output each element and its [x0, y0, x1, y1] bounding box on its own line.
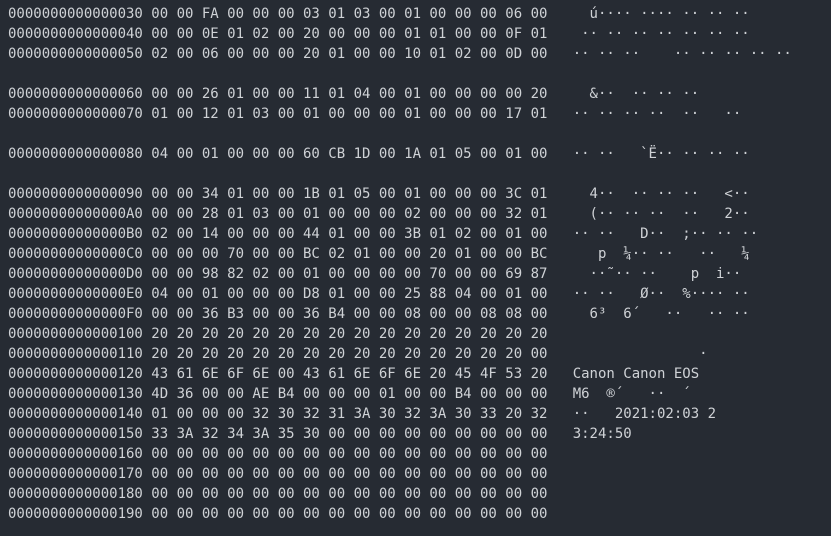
ascii-column: 4·· ·· ·· ·· <··: [556, 184, 750, 204]
hex-row: 000000000000010020 20 20 20 20 20 20 20 …: [8, 324, 823, 344]
hex-row: 00000000000000E004 00 01 00 00 00 D8 01 …: [8, 284, 823, 304]
offset: 00000000000000B0: [8, 224, 143, 244]
hex-row: 000000000000009000 00 34 01 00 00 1B 01 …: [8, 184, 823, 204]
hex-row: 000000000000003000 00 FA 00 00 00 03 01 …: [8, 4, 823, 24]
offset: 0000000000000150: [8, 424, 143, 444]
ascii-column: [556, 484, 708, 504]
ascii-column: [556, 464, 708, 484]
blank-row: [8, 164, 823, 184]
offset: 0000000000000030: [8, 4, 143, 24]
hex-bytes: 00 00 00 00 00 00 00 00 00 00 00 00 00 0…: [143, 484, 556, 504]
offset: 0000000000000060: [8, 84, 143, 104]
offset: 0000000000000090: [8, 184, 143, 204]
hex-bytes: 04 00 01 00 00 00 D8 01 00 00 25 88 04 0…: [143, 284, 556, 304]
hex-bytes: 00 00 28 01 03 00 01 00 00 00 02 00 00 0…: [143, 204, 556, 224]
hex-row: 00000000000001304D 36 00 00 AE B4 00 00 …: [8, 384, 823, 404]
ascii-column: ·· ·· ·· ·· ·· ·· ··: [556, 24, 750, 44]
hex-bytes: 00 00 98 82 02 00 01 00 00 00 00 70 00 0…: [143, 264, 556, 284]
hex-bytes: 02 00 14 00 00 00 44 01 00 00 3B 01 02 0…: [143, 224, 556, 244]
blank-row: [8, 64, 823, 84]
offset: 0000000000000120: [8, 364, 143, 384]
hex-row: 000000000000012043 61 6E 6F 6E 00 43 61 …: [8, 364, 823, 384]
hex-bytes: 01 00 12 01 03 00 01 00 00 00 01 00 00 0…: [143, 104, 556, 124]
hex-row: 000000000000019000 00 00 00 00 00 00 00 …: [8, 504, 823, 524]
offset: 00000000000000D0: [8, 264, 143, 284]
ascii-column: ·: [556, 344, 708, 364]
offset: 0000000000000190: [8, 504, 143, 524]
ascii-column: p ¼·· ·· ·· ¼: [556, 244, 750, 264]
ascii-column: ·· ·· Ø·· %···· ··: [556, 284, 750, 304]
offset: 0000000000000070: [8, 104, 143, 124]
hex-row: 000000000000016000 00 00 00 00 00 00 00 …: [8, 444, 823, 464]
ascii-column: ú···· ···· ·· ·· ··: [556, 4, 750, 24]
hex-bytes: 02 00 06 00 00 00 20 01 00 00 10 01 02 0…: [143, 44, 556, 64]
hex-row: 00000000000000B002 00 14 00 00 00 44 01 …: [8, 224, 823, 244]
hex-bytes: 01 00 00 00 32 30 32 31 3A 30 32 3A 30 3…: [143, 404, 556, 424]
offset: 0000000000000100: [8, 324, 143, 344]
hex-row: 000000000000011020 20 20 20 20 20 20 20 …: [8, 344, 823, 364]
hex-bytes: 00 00 34 01 00 00 1B 01 05 00 01 00 00 0…: [143, 184, 556, 204]
hex-row: 000000000000017000 00 00 00 00 00 00 00 …: [8, 464, 823, 484]
hex-row: 000000000000018000 00 00 00 00 00 00 00 …: [8, 484, 823, 504]
hex-bytes: 00 00 FA 00 00 00 03 01 03 00 01 00 00 0…: [143, 4, 556, 24]
hex-bytes: 00 00 00 00 00 00 00 00 00 00 00 00 00 0…: [143, 444, 556, 464]
hex-bytes: 04 00 01 00 00 00 60 CB 1D 00 1A 01 05 0…: [143, 144, 556, 164]
ascii-column: ·· ·· ·· ·· ·· ··: [556, 104, 741, 124]
offset: 0000000000000040: [8, 24, 143, 44]
offset: 0000000000000050: [8, 44, 143, 64]
ascii-column: Canon Canon EOS: [556, 364, 708, 384]
ascii-column: 3:24:50: [556, 424, 708, 444]
offset: 00000000000000F0: [8, 304, 143, 324]
hex-row: 000000000000008004 00 01 00 00 00 60 CB …: [8, 144, 823, 164]
hex-row: 00000000000000D000 00 98 82 02 00 01 00 …: [8, 264, 823, 284]
hex-bytes: 4D 36 00 00 AE B4 00 00 00 01 00 00 B4 0…: [143, 384, 556, 404]
ascii-column: ·· 2021:02:03 2: [556, 404, 716, 424]
hex-bytes: 00 00 0E 01 02 00 20 00 00 00 01 01 00 0…: [143, 24, 556, 44]
ascii-column: ··˜·· ·· p i··: [556, 264, 741, 284]
offset: 00000000000000C0: [8, 244, 143, 264]
hex-row: 00000000000000F000 00 36 B3 00 00 36 B4 …: [8, 304, 823, 324]
ascii-column: [556, 504, 708, 524]
offset: 00000000000000A0: [8, 204, 143, 224]
hex-bytes: 00 00 00 70 00 00 BC 02 01 00 00 20 01 0…: [143, 244, 556, 264]
offset: 0000000000000160: [8, 444, 143, 464]
offset: 0000000000000110: [8, 344, 143, 364]
hex-row: 000000000000005002 00 06 00 00 00 20 01 …: [8, 44, 823, 64]
ascii-column: (·· ·· ·· ·· 2··: [556, 204, 750, 224]
hex-row: 000000000000004000 00 0E 01 02 00 20 00 …: [8, 24, 823, 44]
offset: 0000000000000170: [8, 464, 143, 484]
hexdump-view: 000000000000003000 00 FA 00 00 00 03 01 …: [0, 0, 831, 536]
hex-bytes: 00 00 26 01 00 00 11 01 04 00 01 00 00 0…: [143, 84, 556, 104]
offset: 0000000000000130: [8, 384, 143, 404]
hex-bytes: 00 00 36 B3 00 00 36 B4 00 00 08 00 00 0…: [143, 304, 556, 324]
ascii-column: [556, 444, 708, 464]
hex-row: 000000000000006000 00 26 01 00 00 11 01 …: [8, 84, 823, 104]
offset: 0000000000000080: [8, 144, 143, 164]
ascii-column: [556, 324, 708, 344]
hex-row: 000000000000007001 00 12 01 03 00 01 00 …: [8, 104, 823, 124]
blank-row: [8, 124, 823, 144]
hex-row: 00000000000000A000 00 28 01 03 00 01 00 …: [8, 204, 823, 224]
offset: 00000000000000E0: [8, 284, 143, 304]
hex-row: 000000000000015033 3A 32 34 3A 35 30 00 …: [8, 424, 823, 444]
hex-bytes: 00 00 00 00 00 00 00 00 00 00 00 00 00 0…: [143, 504, 556, 524]
ascii-column: &·· ·· ·· ··: [556, 84, 741, 104]
hex-bytes: 00 00 00 00 00 00 00 00 00 00 00 00 00 0…: [143, 464, 556, 484]
ascii-column: 6³ 6´ ·· ·· ··: [556, 304, 758, 324]
offset: 0000000000000180: [8, 484, 143, 504]
offset: 0000000000000140: [8, 404, 143, 424]
hex-row: 000000000000014001 00 00 00 32 30 32 31 …: [8, 404, 823, 424]
hex-row: 00000000000000C000 00 00 70 00 00 BC 02 …: [8, 244, 823, 264]
hex-bytes: 43 61 6E 6F 6E 00 43 61 6E 6F 6E 20 45 4…: [143, 364, 556, 384]
hex-bytes: 20 20 20 20 20 20 20 20 20 20 20 20 20 2…: [143, 344, 556, 364]
ascii-column: ·· ·· D·· ;·· ·· ··: [556, 224, 758, 244]
ascii-column: ·· ·· `Ë·· ·· ·· ··: [556, 144, 750, 164]
hex-bytes: 33 3A 32 34 3A 35 30 00 00 00 00 00 00 0…: [143, 424, 556, 444]
hex-bytes: 20 20 20 20 20 20 20 20 20 20 20 20 20 2…: [143, 324, 556, 344]
ascii-column: M6 ®´ ·· ´: [556, 384, 716, 404]
ascii-column: ·· ·· ·· ·· ·· ·· ·· ··: [556, 44, 792, 64]
